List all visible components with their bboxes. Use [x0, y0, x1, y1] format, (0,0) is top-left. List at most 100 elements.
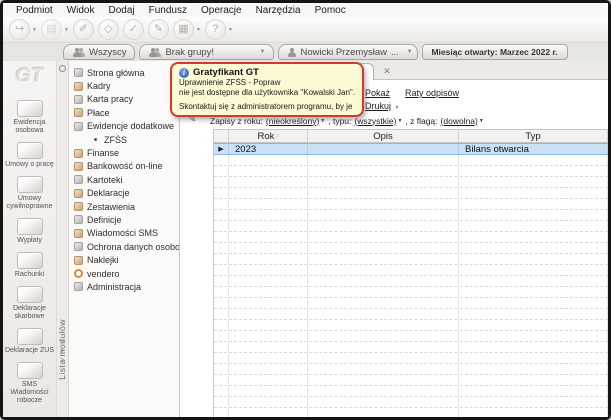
table-row[interactable] — [214, 166, 608, 177]
chevron-down-icon[interactable]: ▼ — [407, 49, 413, 55]
table-row[interactable] — [214, 342, 608, 353]
table-row[interactable] — [214, 298, 608, 309]
sidebar-module-zus-declarations[interactable]: Deklaracje ZUS — [3, 328, 56, 355]
chevron-down-icon[interactable]: ▼ — [395, 105, 400, 111]
filter-dropdown-link[interactable]: (nieokreślony) — [266, 116, 319, 126]
table-row[interactable] — [214, 265, 608, 276]
tree-item-karta-pracy[interactable]: Karta pracy — [69, 93, 179, 106]
tree-item-finanse[interactable]: Finanse — [69, 146, 179, 159]
table-row[interactable] — [214, 353, 608, 364]
column-header-opis[interactable]: Opis — [308, 130, 459, 142]
tree-item-label: Strona główna — [87, 67, 145, 78]
tree-item-płace[interactable]: Płace — [69, 106, 179, 119]
chevron-down-icon[interactable]: ▼ — [228, 27, 233, 33]
tree-item-deklaracje[interactable]: Deklaracje — [69, 187, 179, 200]
tab-group-filter[interactable]: Brak grupy! ▼ — [139, 44, 275, 60]
sidebar-module-civil-contracts[interactable]: Umowy cywilnoprawne — [3, 176, 56, 211]
filter-dropdown-link[interactable]: (wszystkie) — [354, 116, 396, 126]
table-row[interactable] — [214, 188, 608, 199]
chevron-down-icon[interactable]: ▼ — [320, 118, 325, 124]
tree-item-administracja[interactable]: Administracja — [69, 280, 179, 293]
table-row[interactable] — [214, 375, 608, 386]
tree-item-wiadomości-sms[interactable]: Wiadomości SMS — [69, 227, 179, 240]
pin-icon[interactable] — [59, 65, 66, 72]
declarations-icon — [74, 188, 83, 198]
column-header-rok[interactable]: Rok ∕ — [229, 130, 308, 142]
table-row[interactable] — [214, 309, 608, 320]
menu-item-operacje[interactable]: Operacje — [194, 5, 249, 16]
tree-item-bankowość-on-line[interactable]: Bankowość on-line — [69, 160, 179, 173]
table-cell — [229, 386, 308, 396]
print-link[interactable]: Drukuj ▼ — [365, 101, 399, 111]
table-row[interactable] — [214, 408, 608, 417]
menu-item-fundusz[interactable]: Fundusz — [142, 5, 194, 16]
table-row[interactable] — [214, 210, 608, 221]
table-row[interactable] — [214, 254, 608, 265]
sidebar-module-tax-declarations[interactable]: Deklaracje skarbowe — [3, 286, 56, 321]
table-row-selected[interactable]: ▶ 2023 Bilans otwarcia — [214, 143, 608, 155]
modules-list-splitter[interactable]: >>> Lista modułów >>> — [57, 61, 69, 417]
table-row[interactable] — [214, 221, 608, 232]
tree-item-zfśs[interactable]: ZFŚS — [69, 133, 179, 146]
table-row[interactable] — [214, 386, 608, 397]
sidebar-module-person-records[interactable]: Ewidencja osobowa — [3, 100, 56, 135]
more-button[interactable]: ... — [391, 47, 399, 57]
menu-item-narzędzia[interactable]: Narzędzia — [249, 5, 308, 16]
chevron-down-icon[interactable]: ▼ — [32, 27, 37, 33]
sidebar-module-payments[interactable]: Wypłaty — [3, 218, 56, 245]
toolbar-button-stamp-icon[interactable]: ✐ — [72, 19, 94, 40]
tree-item-ewidencje-dodatkowe[interactable]: Ewidencje dodatkowe — [69, 120, 179, 133]
table-row[interactable] — [214, 232, 608, 243]
tooltip-line: Uprawnienie ZFŚS - Popraw — [179, 78, 281, 87]
toolbar-button-help-icon[interactable]: ? ▼ — [204, 19, 233, 40]
menu-item-dodaj[interactable]: Dodaj — [101, 5, 141, 16]
table-row[interactable] — [214, 287, 608, 298]
show-link[interactable]: Pokaż — [365, 88, 390, 98]
menu-item-podmiot[interactable]: Podmiot — [9, 5, 60, 16]
tree-item-ochrona-danych-osobowych[interactable]: Ochrona danych osobowych — [69, 240, 179, 253]
tree-item-vendero[interactable]: vendero — [69, 267, 179, 280]
tree-item-zestawienia[interactable]: Zestawienia — [69, 200, 179, 213]
menu-item-widok[interactable]: Widok — [60, 5, 102, 16]
tree-item-strona-główna[interactable]: Strona główna — [69, 66, 179, 79]
sidebar-module-sms-messages[interactable]: SMS Wiadomości robocze — [3, 362, 56, 405]
toolbar-button-entity-icon[interactable]: ↪ ▼ — [9, 19, 37, 40]
table-row[interactable] — [214, 320, 608, 331]
menu-item-pomoc[interactable]: Pomoc — [308, 5, 353, 16]
table-row[interactable] — [214, 331, 608, 342]
tab-current-employee[interactable]: Nowicki Przemysław ... ▼ — [278, 44, 419, 60]
chevron-down-icon[interactable]: ▼ — [397, 118, 402, 124]
column-header-typ[interactable]: Typ — [459, 130, 608, 142]
chevron-down-icon[interactable]: ▼ — [196, 27, 201, 33]
table-row[interactable] — [214, 199, 608, 210]
tree-item-kartoteki[interactable]: Kartoteki — [69, 173, 179, 186]
table-row[interactable] — [214, 276, 608, 287]
raty-odpisow-link[interactable]: Raty odpisów — [405, 88, 459, 98]
tree-item-label: Deklaracje — [87, 188, 130, 199]
table-cell — [459, 331, 608, 341]
chevron-down-icon[interactable]: ▼ — [479, 118, 484, 124]
table-row[interactable] — [214, 155, 608, 166]
close-icon[interactable]: ✕ — [381, 65, 393, 77]
tree-item-label: Kadry — [87, 81, 111, 92]
sidebar-module-employment-contracts[interactable]: Umowy o pracę — [3, 142, 56, 169]
chevron-down-icon[interactable]: ▼ — [260, 49, 266, 55]
tree-item-definicje[interactable]: Definicje — [69, 213, 179, 226]
records-table: Rok ∕ Opis Typ ▶ 2023 Bilans otwarcia — [213, 129, 608, 417]
toolbar-button-attachment-icon[interactable]: ✎ — [147, 19, 169, 40]
toolbar-button-new-document-icon[interactable]: ◇ — [97, 19, 119, 40]
table-row[interactable] — [214, 397, 608, 408]
toolbar-button-edit-icon[interactable]: ✓ — [122, 19, 144, 40]
table-cell — [308, 166, 459, 176]
row-gutter — [214, 309, 229, 319]
tab-all-employees[interactable]: Wszyscy — [63, 44, 136, 60]
filter-dropdown-link[interactable]: (dowolna) — [441, 116, 478, 126]
reports-icon — [74, 202, 83, 212]
tree-item-kadry[interactable]: Kadry — [69, 79, 179, 92]
table-row[interactable] — [214, 243, 608, 254]
table-row[interactable] — [214, 177, 608, 188]
toolbar-button-modules-icon[interactable]: ▦ ▼ — [172, 19, 201, 40]
table-row[interactable] — [214, 364, 608, 375]
sidebar-module-bills[interactable]: Rachunki — [3, 252, 56, 279]
tree-item-naklejki[interactable]: Naklejki — [69, 253, 179, 266]
